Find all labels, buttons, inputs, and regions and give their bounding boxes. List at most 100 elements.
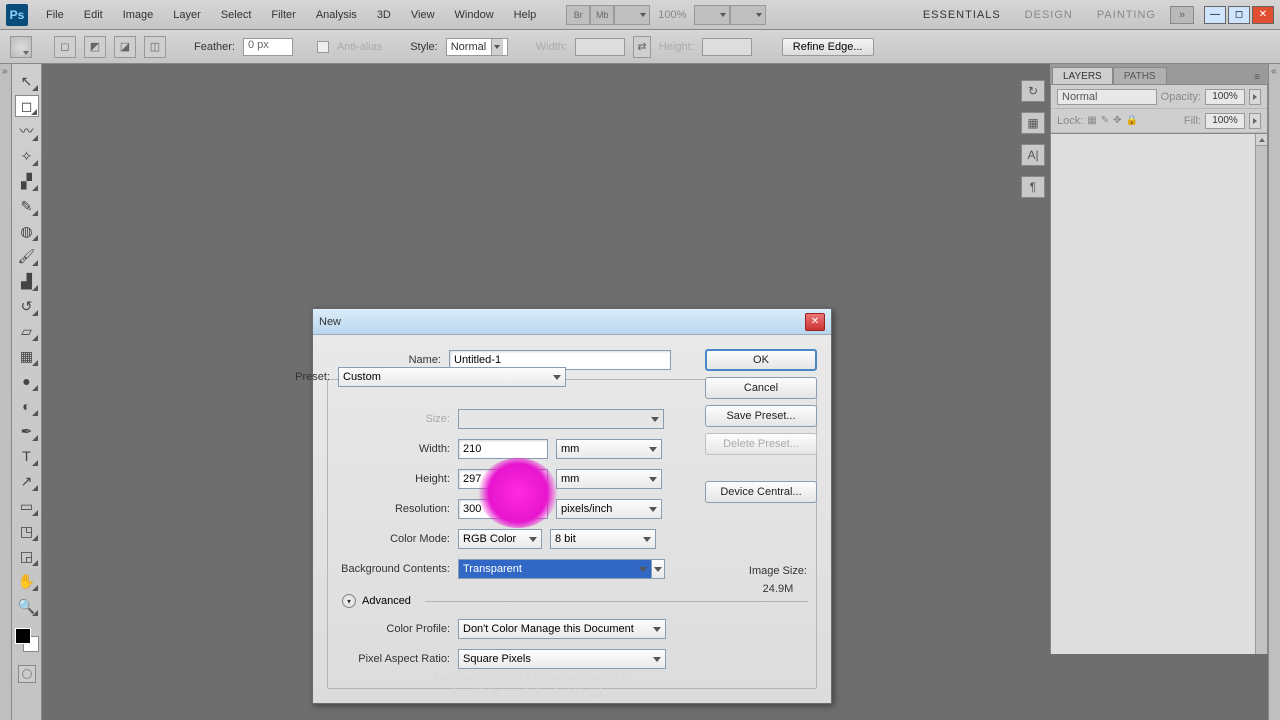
refine-edge-button[interactable]: Refine Edge... [782, 38, 874, 56]
arrange-dropdown[interactable] [694, 5, 730, 25]
gradient-tool[interactable]: ▦ [15, 345, 39, 367]
width-unit-select[interactable]: mm [556, 439, 662, 459]
window-minimize-button[interactable]: — [1204, 6, 1226, 24]
scroll-up-icon[interactable] [1256, 134, 1267, 146]
background-select[interactable]: Transparent [458, 559, 652, 579]
selection-subtract-button[interactable]: ◪ [114, 36, 136, 58]
menu-3d[interactable]: 3D [367, 5, 401, 25]
workspace-more-icon[interactable]: » [1170, 6, 1194, 24]
workspace-design[interactable]: DESIGN [1015, 5, 1083, 25]
paragraph-icon[interactable]: ¶ [1021, 176, 1045, 198]
clone-stamp-tool[interactable]: ▟ [15, 270, 39, 292]
resolution-unit-select[interactable]: pixels/inch [556, 499, 662, 519]
zoom-tool[interactable]: 🔍 [15, 595, 39, 617]
bridge-toggle[interactable]: Br [566, 5, 590, 25]
history-brush-tool[interactable]: ↺ [15, 295, 39, 317]
hand-tool[interactable]: ✋ [15, 570, 39, 592]
tab-layers[interactable]: LAYERS [1052, 67, 1113, 84]
menu-help[interactable]: Help [504, 5, 547, 25]
feather-input[interactable]: 0 px [243, 38, 293, 56]
dialog-titlebar[interactable]: New ✕ [313, 309, 831, 335]
lock-label: Lock: [1057, 115, 1083, 127]
window-maximize-button[interactable]: ◻ [1228, 6, 1250, 24]
move-tool[interactable]: ↖ [15, 70, 39, 92]
brush-tool[interactable]: 🖌 [15, 245, 39, 267]
menu-image[interactable]: Image [113, 5, 164, 25]
pen-tool[interactable]: ✒ [15, 420, 39, 442]
menu-select[interactable]: Select [211, 5, 262, 25]
selection-add-button[interactable]: ◩ [84, 36, 106, 58]
dialog-close-button[interactable]: ✕ [805, 313, 825, 331]
crop-tool[interactable]: ▞ [15, 170, 39, 192]
minibridge-toggle[interactable]: Mb [590, 5, 614, 25]
ok-button[interactable]: OK [705, 349, 817, 371]
style-select[interactable]: Normal [446, 38, 508, 56]
lock-transparency-icon[interactable]: ▦ [1087, 115, 1096, 126]
left-edge-expand[interactable] [0, 64, 12, 720]
menu-layer[interactable]: Layer [163, 5, 211, 25]
advanced-toggle[interactable]: ▾ [342, 594, 356, 608]
swatches-icon[interactable]: ▦ [1021, 112, 1045, 134]
dodge-tool[interactable]: ◐ [15, 395, 39, 417]
fill-slider-arrow[interactable] [1249, 113, 1261, 129]
opacity-input[interactable]: 100% [1205, 89, 1245, 105]
layers-scrollbar[interactable] [1255, 134, 1267, 654]
bitdepth-select[interactable]: 8 bit [550, 529, 656, 549]
size-label: Size: [336, 413, 458, 425]
view-extras-dropdown[interactable] [614, 5, 650, 25]
lock-position-icon[interactable]: ✥ [1113, 115, 1121, 126]
tab-paths[interactable]: PATHS [1113, 67, 1167, 84]
height-unit-select[interactable]: mm [556, 469, 662, 489]
3d-camera-tool[interactable]: ◲ [15, 545, 39, 567]
color-swatches[interactable] [15, 628, 39, 652]
lasso-tool[interactable]: 〰 [15, 120, 39, 142]
window-close-button[interactable]: ✕ [1252, 6, 1274, 24]
layers-list-empty [1050, 134, 1268, 654]
shape-tool[interactable]: ▭ [15, 495, 39, 517]
preset-select[interactable]: Custom [338, 367, 566, 387]
right-edge-expand[interactable] [1268, 64, 1280, 720]
selection-new-button[interactable]: ◻ [54, 36, 76, 58]
opacity-slider-arrow[interactable] [1249, 89, 1261, 105]
eyedropper-tool[interactable]: ✎ [15, 195, 39, 217]
screenmode-dropdown[interactable] [730, 5, 766, 25]
pixelaspect-select[interactable]: Square Pixels [458, 649, 666, 669]
path-select-tool[interactable]: ↗ [15, 470, 39, 492]
character-icon[interactable]: A| [1021, 144, 1045, 166]
fill-input[interactable]: 100% [1205, 113, 1245, 129]
3d-tool[interactable]: ◳ [15, 520, 39, 542]
antialias-checkbox [317, 41, 329, 53]
menu-file[interactable]: File [36, 5, 74, 25]
colorprofile-select[interactable]: Don't Color Manage this Document [458, 619, 666, 639]
resolution-input[interactable] [458, 499, 548, 519]
colormode-select[interactable]: RGB Color [458, 529, 542, 549]
swap-wh-button[interactable]: ⇄ [633, 36, 651, 58]
marquee-tool[interactable]: ◻ [15, 95, 39, 117]
device-central-button[interactable]: Device Central... [705, 481, 817, 503]
save-preset-button[interactable]: Save Preset... [705, 405, 817, 427]
menu-window[interactable]: Window [445, 5, 504, 25]
lock-pixels-icon[interactable]: ✎ [1101, 115, 1109, 126]
magic-wand-tool[interactable]: ✧ [15, 145, 39, 167]
panel-menu-icon[interactable]: ≡ [1250, 70, 1268, 84]
selection-intersect-button[interactable]: ◫ [144, 36, 166, 58]
name-label: Name: [327, 354, 449, 366]
eraser-tool[interactable]: ▱ [15, 320, 39, 342]
workspace-painting[interactable]: PAINTING [1087, 5, 1166, 25]
menu-analysis[interactable]: Analysis [306, 5, 367, 25]
workspace-essentials[interactable]: ESSENTIALS [913, 5, 1011, 25]
lock-all-icon[interactable]: 🔒 [1126, 115, 1138, 126]
quick-mask-toggle[interactable] [18, 665, 36, 683]
current-tool-thumb[interactable] [10, 36, 32, 58]
menu-view[interactable]: View [401, 5, 445, 25]
menu-filter[interactable]: Filter [261, 5, 305, 25]
healing-brush-tool[interactable]: ◍ [15, 220, 39, 242]
menu-edit[interactable]: Edit [74, 5, 113, 25]
type-tool[interactable]: T [15, 445, 39, 467]
dlg-width-input[interactable] [458, 439, 548, 459]
history-icon[interactable]: ↻ [1021, 80, 1045, 102]
dlg-height-input[interactable] [458, 469, 548, 489]
blendmode-select[interactable]: Normal [1057, 89, 1157, 105]
cancel-button[interactable]: Cancel [705, 377, 817, 399]
blur-tool[interactable]: ● [15, 370, 39, 392]
